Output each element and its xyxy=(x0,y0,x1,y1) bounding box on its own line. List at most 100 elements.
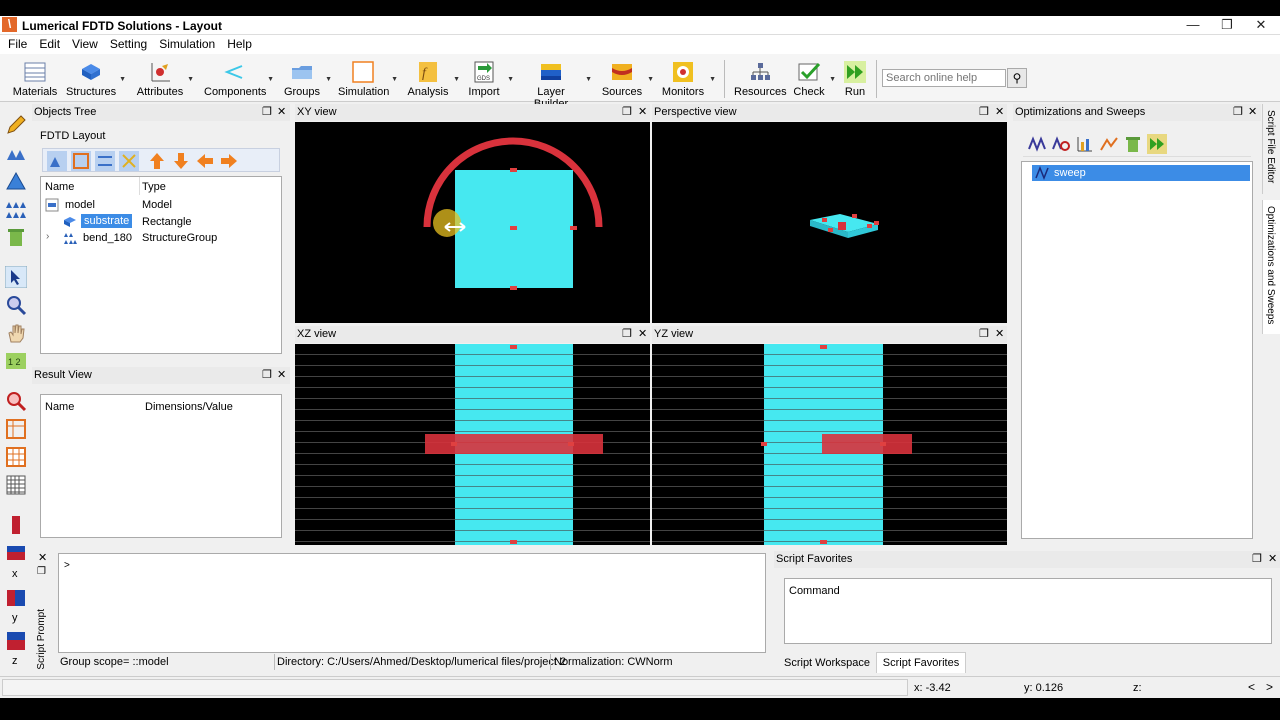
float-icon[interactable]: ❐ xyxy=(622,326,632,343)
search-button[interactable]: ⚲ xyxy=(1007,68,1027,88)
grid-icon[interactable] xyxy=(5,446,27,468)
tab-script-workspace[interactable]: Script Workspace xyxy=(778,653,876,673)
select-arrow-icon[interactable] xyxy=(5,266,27,288)
view-z-axis-icon[interactable] xyxy=(5,630,27,652)
menu-edit[interactable]: Edit xyxy=(33,35,66,54)
run-button[interactable]: Run xyxy=(840,58,870,102)
sources-dropdown-icon[interactable]: ▼ xyxy=(647,76,654,83)
float-icon[interactable]: ❐ xyxy=(262,104,272,121)
components-dropdown-icon[interactable]: ▼ xyxy=(267,76,274,83)
statistics-icon[interactable] xyxy=(1075,134,1095,154)
sweep-run-icon[interactable] xyxy=(1147,134,1167,154)
tree-row[interactable]: model Model xyxy=(41,197,281,213)
view-y-axis-icon[interactable] xyxy=(5,586,27,608)
materials-button[interactable]: Materials xyxy=(12,58,58,102)
float-icon[interactable]: ❐ xyxy=(622,104,632,121)
layer-builder-dropdown-icon[interactable]: ▼ xyxy=(585,76,592,83)
tab-script-file-editor[interactable]: Script File Editor xyxy=(1262,104,1280,194)
float-icon[interactable]: ❐ xyxy=(979,104,989,121)
structures-dropdown-icon[interactable]: ▼ xyxy=(119,76,126,83)
array-icon[interactable] xyxy=(5,198,27,220)
view-x-axis-icon[interactable] xyxy=(5,542,27,564)
menu-view[interactable]: View xyxy=(66,35,104,54)
move-right-icon[interactable] xyxy=(219,151,239,171)
scroll-left-icon[interactable]: < xyxy=(1248,680,1255,694)
float-icon[interactable]: ❐ xyxy=(262,367,272,384)
sweep-edit-icon[interactable] xyxy=(1099,134,1119,154)
pan-hand-icon[interactable] xyxy=(5,322,27,344)
tab-script-favorites[interactable]: Script Favorites xyxy=(876,652,966,673)
pyramid-icon[interactable] xyxy=(5,170,27,192)
edit-pencil-icon[interactable] xyxy=(5,114,27,136)
xz-canvas[interactable] xyxy=(295,344,650,545)
close-icon[interactable]: ✕ xyxy=(638,326,647,343)
tree-delete-icon[interactable] xyxy=(119,151,139,171)
handle[interactable] xyxy=(510,168,517,172)
zoom-icon[interactable] xyxy=(5,294,27,316)
close-icon[interactable]: ✕ xyxy=(1268,551,1277,568)
monitors-button[interactable]: Monitors ▼ xyxy=(660,58,716,102)
check-dropdown-icon[interactable]: ▼ xyxy=(829,76,836,83)
tree-add-icon[interactable] xyxy=(47,151,67,171)
tab-optimizations[interactable]: Optimizations and Sweeps xyxy=(1262,200,1280,334)
mesh-icon[interactable] xyxy=(5,474,27,496)
close-icon[interactable]: ✕ xyxy=(38,551,47,564)
xy-canvas[interactable] xyxy=(295,122,650,323)
ruler-icon[interactable]: 1 2 xyxy=(5,350,27,372)
simulation-button[interactable]: Simulation ▼ xyxy=(338,58,398,102)
sweep-item[interactable]: sweep xyxy=(1032,165,1250,181)
scroll-right-icon[interactable]: > xyxy=(1266,680,1273,694)
structures-small-icon[interactable] xyxy=(5,142,27,164)
grid-select-icon[interactable] xyxy=(5,418,27,440)
close-icon[interactable]: ✕ xyxy=(1244,16,1278,34)
float-icon[interactable]: ❐ xyxy=(1252,551,1262,568)
float-icon[interactable]: ❐ xyxy=(37,566,46,577)
sweep-delete-icon[interactable] xyxy=(1123,134,1143,154)
search-input[interactable] xyxy=(882,69,1006,87)
float-icon[interactable]: ❐ xyxy=(979,326,989,343)
components-button[interactable]: Components ▼ xyxy=(204,58,274,102)
analysis-dropdown-icon[interactable]: ▼ xyxy=(453,76,460,83)
handle[interactable] xyxy=(510,226,517,230)
simulation-dropdown-icon[interactable]: ▼ xyxy=(391,76,398,83)
menu-help[interactable]: Help xyxy=(221,35,258,54)
tree-group-icon[interactable] xyxy=(71,151,91,171)
import-dropdown-icon[interactable]: ▼ xyxy=(507,76,514,83)
perspective-canvas[interactable] xyxy=(652,122,1007,323)
tree-ungroup-icon[interactable] xyxy=(95,151,115,171)
close-icon[interactable]: ✕ xyxy=(995,326,1004,343)
import-button[interactable]: GDS Import ▼ xyxy=(464,58,514,102)
attributes-button[interactable]: Attributes ▼ xyxy=(136,58,194,102)
groups-dropdown-icon[interactable]: ▼ xyxy=(325,76,332,83)
optimization-add-icon[interactable] xyxy=(1051,134,1071,154)
analysis-button[interactable]: f Analysis ▼ xyxy=(406,58,460,102)
zoom-extent-icon[interactable] xyxy=(5,390,27,412)
restore-icon[interactable]: ❐ xyxy=(1210,16,1244,34)
close-icon[interactable]: ✕ xyxy=(1248,104,1257,121)
script-prompt-input[interactable]: > xyxy=(58,553,766,653)
close-icon[interactable]: ✕ xyxy=(277,104,286,121)
handle[interactable] xyxy=(570,226,577,230)
move-up-icon[interactable] xyxy=(147,151,167,171)
close-icon[interactable]: ✕ xyxy=(277,367,286,384)
tree-row[interactable]: › bend_180 StructureGroup xyxy=(41,230,281,246)
resources-button[interactable]: Resources xyxy=(734,58,787,102)
move-down-icon[interactable] xyxy=(171,151,191,171)
float-icon[interactable]: ❐ xyxy=(1233,104,1243,121)
delete-trash-icon[interactable] xyxy=(5,226,27,248)
minimize-icon[interactable]: — xyxy=(1176,16,1210,34)
layer-builder-button[interactable]: Layer Builder ▼ xyxy=(520,58,592,110)
groups-button[interactable]: Groups ▼ xyxy=(282,58,332,102)
sweep-add-icon[interactable] xyxy=(1027,134,1047,154)
close-icon[interactable]: ✕ xyxy=(995,104,1004,121)
move-left-icon[interactable] xyxy=(195,151,215,171)
tree-row[interactable]: substrate Rectangle xyxy=(41,214,281,230)
view-x-icon[interactable] xyxy=(5,514,27,536)
check-button[interactable]: Check ▼ xyxy=(792,58,836,102)
attributes-dropdown-icon[interactable]: ▼ xyxy=(187,76,194,83)
sources-button[interactable]: Sources ▼ xyxy=(600,58,654,102)
handle[interactable] xyxy=(510,286,517,290)
menu-setting[interactable]: Setting xyxy=(104,35,153,54)
menu-file[interactable]: File xyxy=(2,35,33,54)
monitors-dropdown-icon[interactable]: ▼ xyxy=(709,76,716,83)
